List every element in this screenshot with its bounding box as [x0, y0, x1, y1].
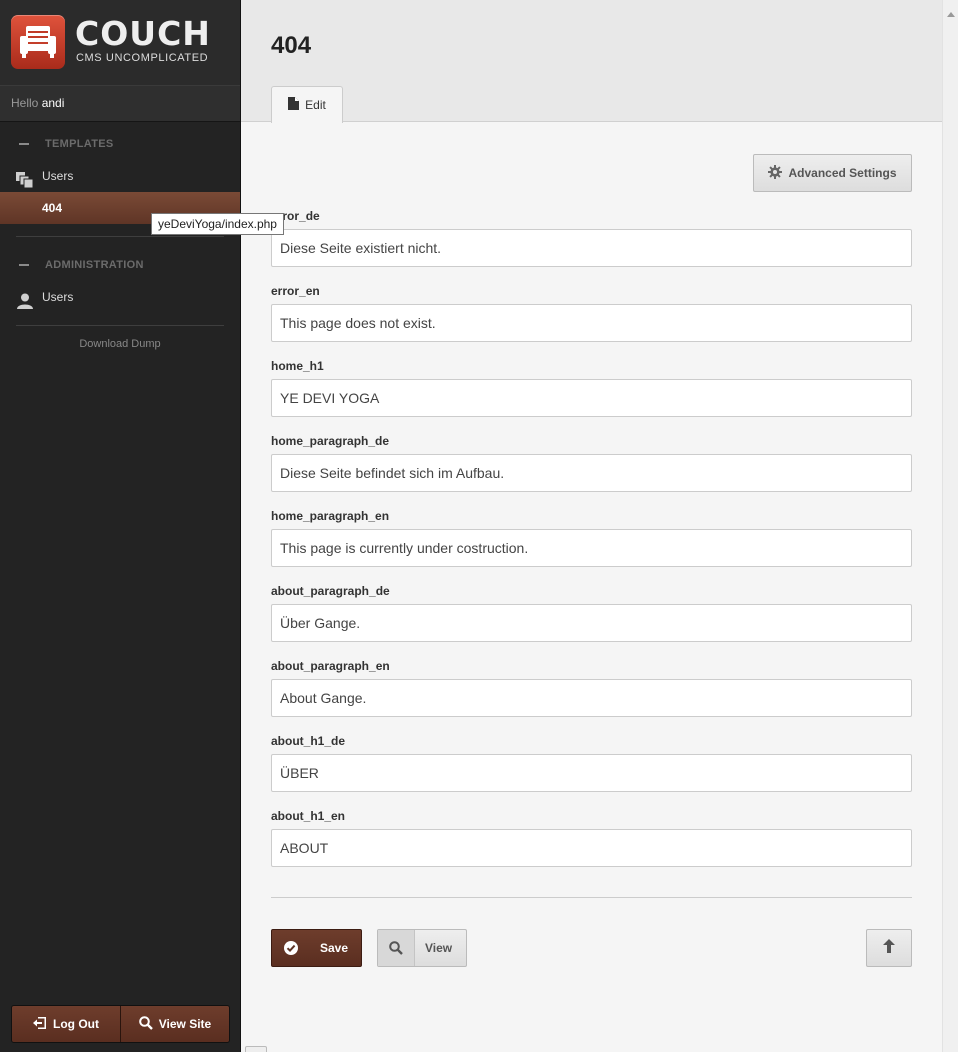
administration-heading[interactable]: ADMINISTRATION — [0, 249, 240, 281]
field-label: home_h1 — [271, 359, 324, 373]
error-de-input[interactable] — [271, 229, 912, 267]
username[interactable]: andi — [42, 96, 65, 110]
main-content: 404 Edit Advanced Settings error_de Dies… — [241, 0, 942, 1052]
logout-button[interactable]: Log Out — [12, 1006, 120, 1042]
scrollbar[interactable] — [942, 0, 958, 1052]
sidebar: COUCH CMS UNCOMPLICATED Hello andi TEMPL… — [0, 0, 241, 1052]
field-about-paragraph-en: about_paragraph_en — [271, 659, 912, 717]
home-paragraph-de-input[interactable] — [271, 454, 912, 492]
brand-subtitle: CMS UNCOMPLICATED — [76, 52, 209, 64]
view-label: View — [425, 941, 453, 955]
divider — [16, 325, 224, 326]
templates-heading[interactable]: TEMPLATES — [0, 128, 240, 160]
field-about-h1-de: about_h1_de — [271, 734, 912, 792]
sidebar-footer: Log Out View Site — [11, 1005, 230, 1043]
administration-heading-label: ADMINISTRATION — [45, 259, 144, 271]
view-button[interactable]: View — [377, 929, 467, 967]
home-paragraph-en-input[interactable] — [271, 529, 912, 567]
user-greeting: Hello andi — [0, 86, 240, 122]
templates-heading-label: TEMPLATES — [45, 138, 114, 150]
sidebar-item-label: Users — [42, 169, 74, 183]
collapse-icon[interactable] — [19, 143, 29, 145]
advanced-settings-label: Advanced Settings — [788, 166, 897, 180]
field-label: about_h1_de — [271, 734, 346, 748]
page-title: 404 — [271, 32, 312, 59]
field-home-h1: home_h1 — [271, 359, 912, 417]
logout-label: Log Out — [53, 1017, 99, 1031]
advanced-settings-button[interactable]: Advanced Settings — [753, 154, 912, 192]
logo[interactable]: COUCH CMS UNCOMPLICATED — [0, 0, 240, 86]
partial-button[interactable] — [245, 1046, 267, 1052]
field-label: about_paragraph_de — [271, 584, 390, 598]
search-icon — [378, 930, 415, 966]
field-about-paragraph-de: about_paragraph_de — [271, 584, 912, 642]
download-dump-link[interactable]: Download Dump — [0, 338, 240, 350]
brand-title: COUCH — [75, 14, 211, 53]
field-label: about_paragraph_en — [271, 659, 390, 673]
divider — [271, 897, 912, 898]
about-paragraph-en-input[interactable] — [271, 679, 912, 717]
about-h1-en-input[interactable] — [271, 829, 912, 867]
error-en-input[interactable] — [271, 304, 912, 342]
couch-logo-icon — [11, 15, 65, 69]
tab-edit[interactable]: Edit — [271, 86, 343, 123]
field-home-paragraph-en: home_paragraph_en — [271, 509, 912, 567]
document-icon — [288, 97, 300, 113]
field-error-en: error_en — [271, 284, 912, 342]
sidebar-item-users-template[interactable]: Users — [0, 160, 240, 192]
field-label: error_de — [271, 209, 320, 223]
check-circle-icon — [272, 941, 310, 955]
search-icon — [138, 1015, 153, 1033]
save-button[interactable]: Save — [271, 929, 362, 967]
save-label: Save — [320, 941, 349, 955]
scroll-to-top-button[interactable] — [866, 929, 912, 967]
field-about-h1-en: about_h1_en — [271, 809, 912, 867]
page-header: 404 Edit — [241, 0, 942, 123]
arrow-up-icon — [883, 938, 895, 958]
field-label: error_en — [271, 284, 320, 298]
field-label: home_paragraph_de — [271, 434, 390, 448]
about-paragraph-de-input[interactable] — [271, 604, 912, 642]
field-label: about_h1_en — [271, 809, 346, 823]
about-h1-de-input[interactable] — [271, 754, 912, 792]
field-label: home_paragraph_en — [271, 509, 390, 523]
home-h1-input[interactable] — [271, 379, 912, 417]
divider — [16, 236, 224, 237]
scroll-up-arrow-icon[interactable] — [947, 4, 955, 22]
field-error-de: error_de — [271, 209, 912, 267]
tab-edit-label: Edit — [305, 98, 326, 112]
view-site-label: View Site — [158, 1017, 212, 1031]
greeting-prefix: Hello — [11, 96, 39, 110]
field-home-paragraph-de: home_paragraph_de — [271, 434, 912, 492]
template-path-tooltip: yeDeviYoga/index.php — [151, 213, 284, 235]
view-site-button[interactable]: View Site — [120, 1006, 229, 1042]
sidebar-item-label: Users — [42, 290, 74, 304]
collapse-icon[interactable] — [19, 264, 29, 266]
sidebar-item-users-admin[interactable]: Users — [0, 281, 240, 313]
sidebar-item-label: 404 — [42, 201, 63, 215]
user-icon — [16, 289, 34, 321]
logout-icon — [33, 1016, 47, 1032]
gear-icon — [768, 164, 783, 182]
